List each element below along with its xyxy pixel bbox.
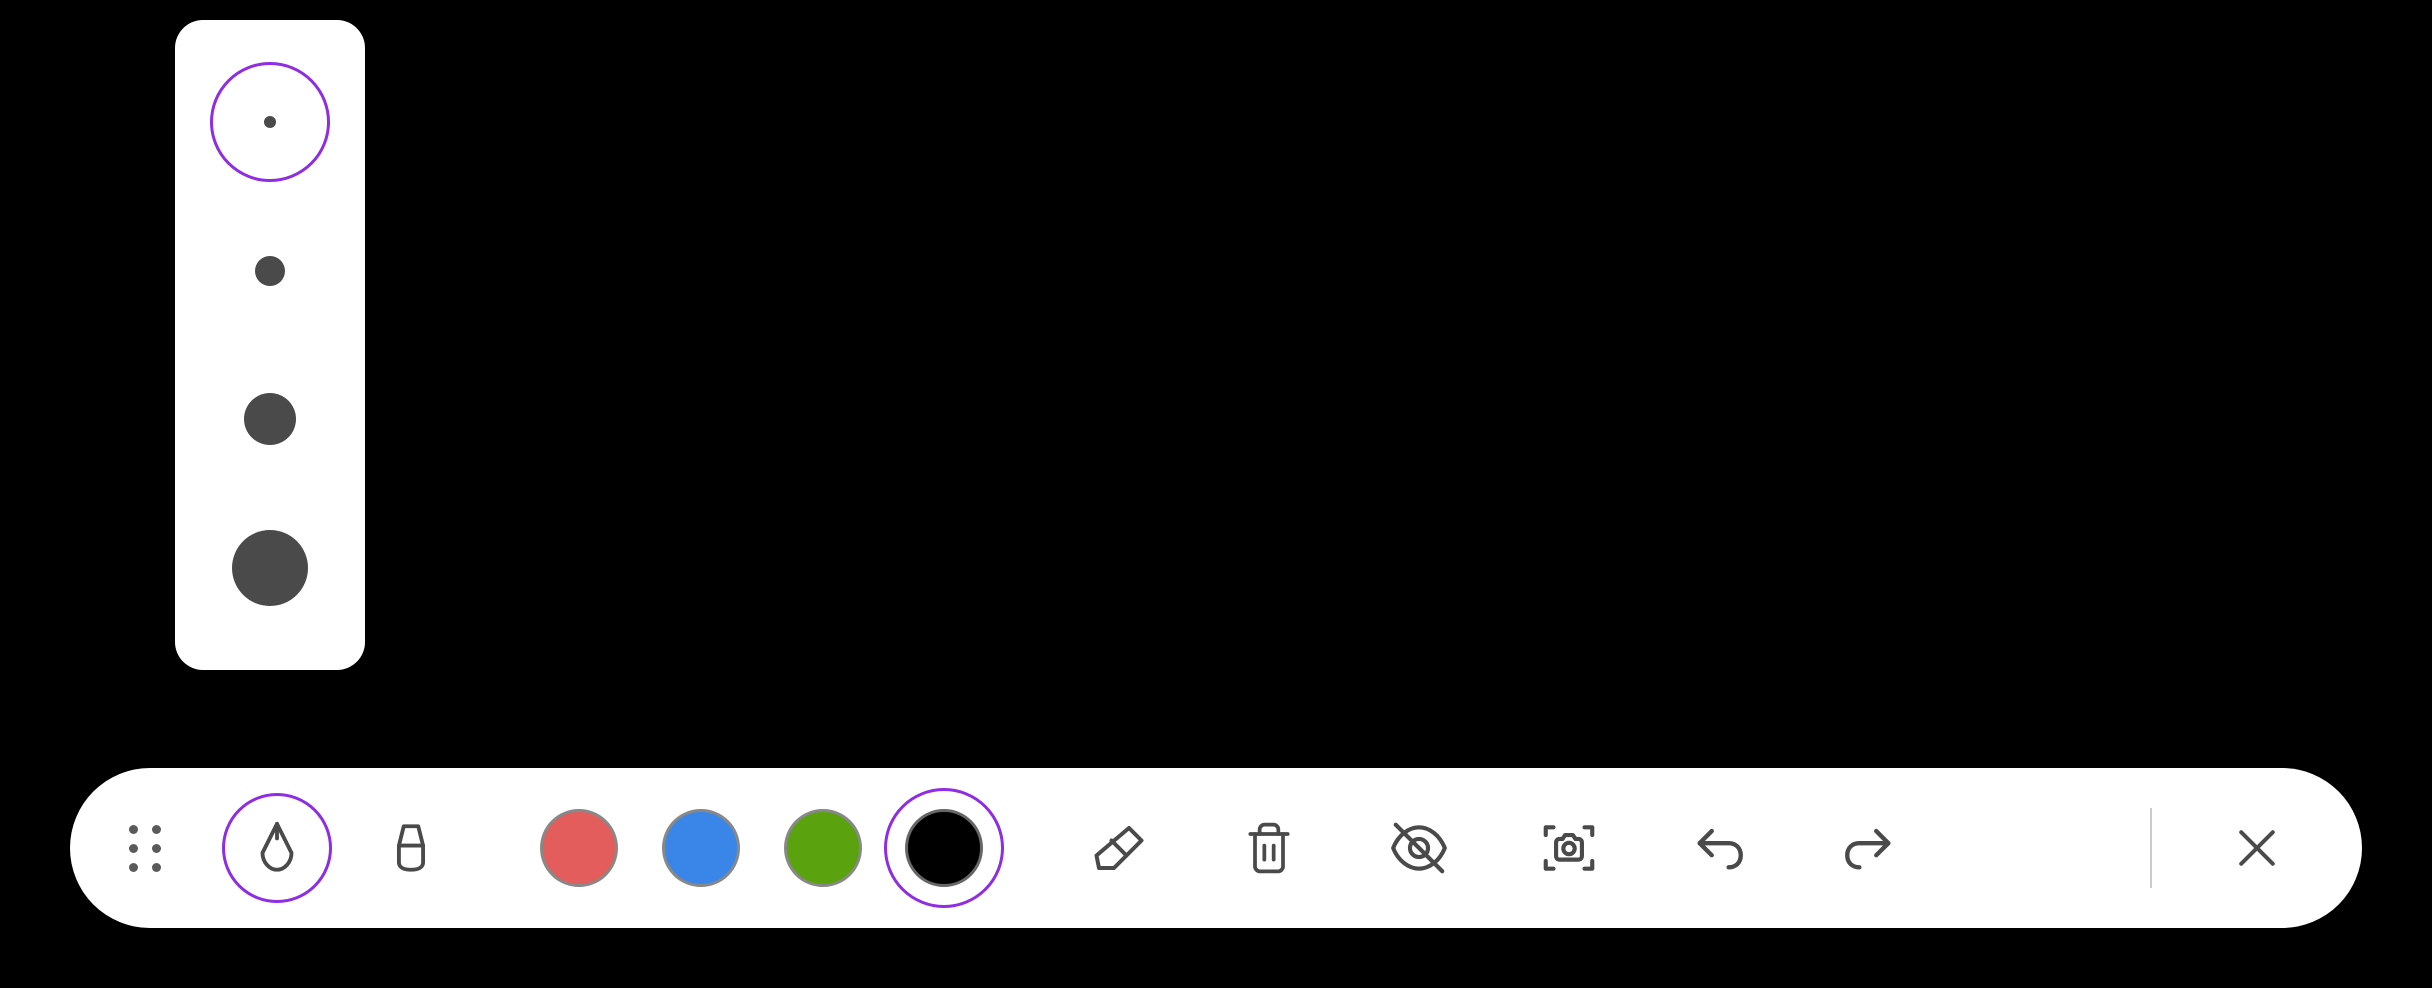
pen-icon (248, 819, 306, 877)
hide-button[interactable] (1374, 817, 1464, 879)
redo-button[interactable] (1824, 819, 1914, 877)
pen-tool[interactable] (222, 793, 332, 903)
color-blue[interactable] (662, 809, 740, 887)
eraser-icon (1089, 818, 1149, 878)
color-black[interactable] (905, 809, 983, 887)
undo-icon (1690, 819, 1748, 877)
divider (2150, 808, 2152, 888)
color-red[interactable] (540, 809, 618, 887)
close-icon (2230, 821, 2284, 875)
stroke-size-sm[interactable] (210, 211, 330, 331)
dot-icon (255, 256, 285, 286)
undo-button[interactable] (1674, 819, 1764, 877)
trash-icon (1241, 820, 1297, 876)
close-button[interactable] (2212, 821, 2302, 875)
color-black-wrap[interactable] (884, 788, 1004, 908)
stroke-size-lg[interactable] (210, 508, 330, 628)
redo-icon (1840, 819, 1898, 877)
drag-handle-icon[interactable] (120, 825, 170, 872)
eye-off-icon (1388, 817, 1450, 879)
dot-icon (264, 116, 276, 128)
stroke-size-md[interactable] (210, 359, 330, 479)
color-green[interactable] (784, 809, 862, 887)
eraser-button[interactable] (1074, 818, 1164, 878)
stroke-size-xs[interactable] (210, 62, 330, 182)
dot-icon (232, 530, 308, 606)
highlighter-tool[interactable] (356, 793, 466, 903)
camera-capture-icon (1538, 817, 1600, 879)
screenshot-button[interactable] (1524, 817, 1614, 879)
stroke-size-panel (175, 20, 365, 670)
delete-button[interactable] (1224, 820, 1314, 876)
highlighter-icon (382, 819, 440, 877)
dot-icon (244, 393, 296, 445)
annotation-toolbar (70, 768, 2362, 928)
